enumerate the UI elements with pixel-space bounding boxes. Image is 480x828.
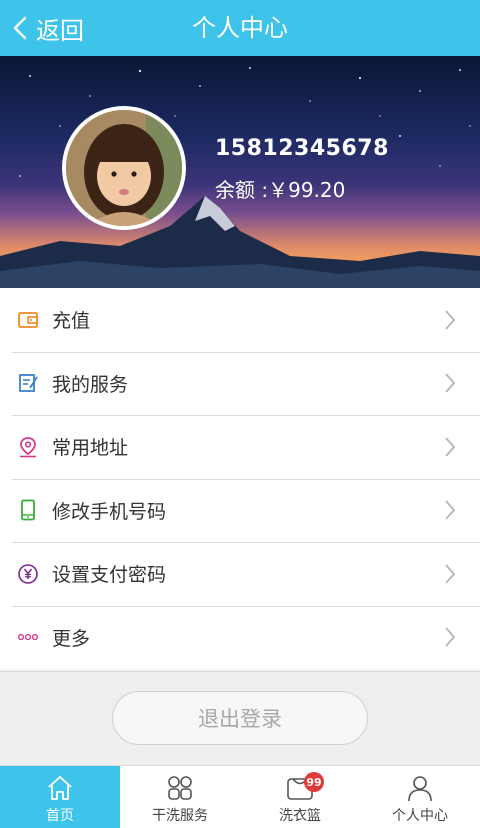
back-button[interactable]: 返回 <box>10 0 84 56</box>
chevron-right-icon <box>445 627 456 647</box>
tab-dry-cleaning[interactable]: 干洗服务 <box>120 766 240 828</box>
tab-label: 个人中心 <box>392 808 448 824</box>
menu-item-my-services[interactable]: 我的服务 <box>0 351 480 416</box>
tab-label: 干洗服务 <box>152 808 208 824</box>
profile-banner: 15812345678 余额 :￥99.20 <box>0 56 480 288</box>
back-label: 返回 <box>36 16 84 45</box>
chevron-right-icon <box>445 437 456 457</box>
top-bar: 返回 个人中心 <box>0 0 480 56</box>
basket-badge: 99 <box>304 772 324 792</box>
yen-coin-icon <box>18 563 38 584</box>
mobile-phone-icon <box>21 499 35 521</box>
menu-item-more[interactable]: 更多 <box>0 605 480 670</box>
phone-number: 15812345678 <box>215 136 389 161</box>
tab-label: 首页 <box>46 808 74 824</box>
chevron-right-icon <box>445 373 456 393</box>
wallet-icon <box>18 311 38 328</box>
menu-item-label: 充值 <box>52 310 91 333</box>
logout-button[interactable]: 退出登录 <box>112 691 368 745</box>
menu-item-label: 设置支付密码 <box>52 564 167 587</box>
chevron-right-icon <box>445 500 456 520</box>
more-dots-icon <box>17 634 39 641</box>
menu-item-payment-password[interactable]: 设置支付密码 <box>0 542 480 606</box>
home-icon <box>48 776 72 800</box>
chevron-left-icon <box>13 16 27 40</box>
menu-list: 充值 我的服务 常用地址 修改手机号码 设置支付密码 更多 <box>0 288 480 669</box>
tab-laundry-basket[interactable]: 99 洗衣篮 <box>240 766 360 828</box>
avatar[interactable] <box>62 106 186 230</box>
menu-item-recharge[interactable]: 充值 <box>0 288 480 352</box>
menu-item-label: 常用地址 <box>52 437 129 460</box>
logout-area: 退出登录 <box>0 671 480 765</box>
bottom-tab-bar: 首页 干洗服务 99 洗衣篮 个人中心 <box>0 765 480 828</box>
chevron-right-icon <box>445 564 456 584</box>
chevron-right-icon <box>445 310 456 330</box>
document-edit-icon <box>19 374 38 393</box>
menu-item-addresses[interactable]: 常用地址 <box>0 415 480 479</box>
menu-item-change-phone[interactable]: 修改手机号码 <box>0 478 480 543</box>
location-pin-icon <box>20 436 36 458</box>
tab-profile[interactable]: 个人中心 <box>360 766 480 828</box>
avatar-photo <box>66 110 182 226</box>
menu-item-label: 修改手机号码 <box>52 500 167 523</box>
tab-home[interactable]: 首页 <box>0 766 120 828</box>
tab-label: 洗衣篮 <box>279 808 321 824</box>
menu-item-label: 我的服务 <box>52 373 129 396</box>
grid-icon <box>168 776 192 800</box>
balance-text: 余额 :￥99.20 <box>215 178 346 202</box>
menu-item-label: 更多 <box>52 627 91 650</box>
user-icon <box>408 776 432 802</box>
